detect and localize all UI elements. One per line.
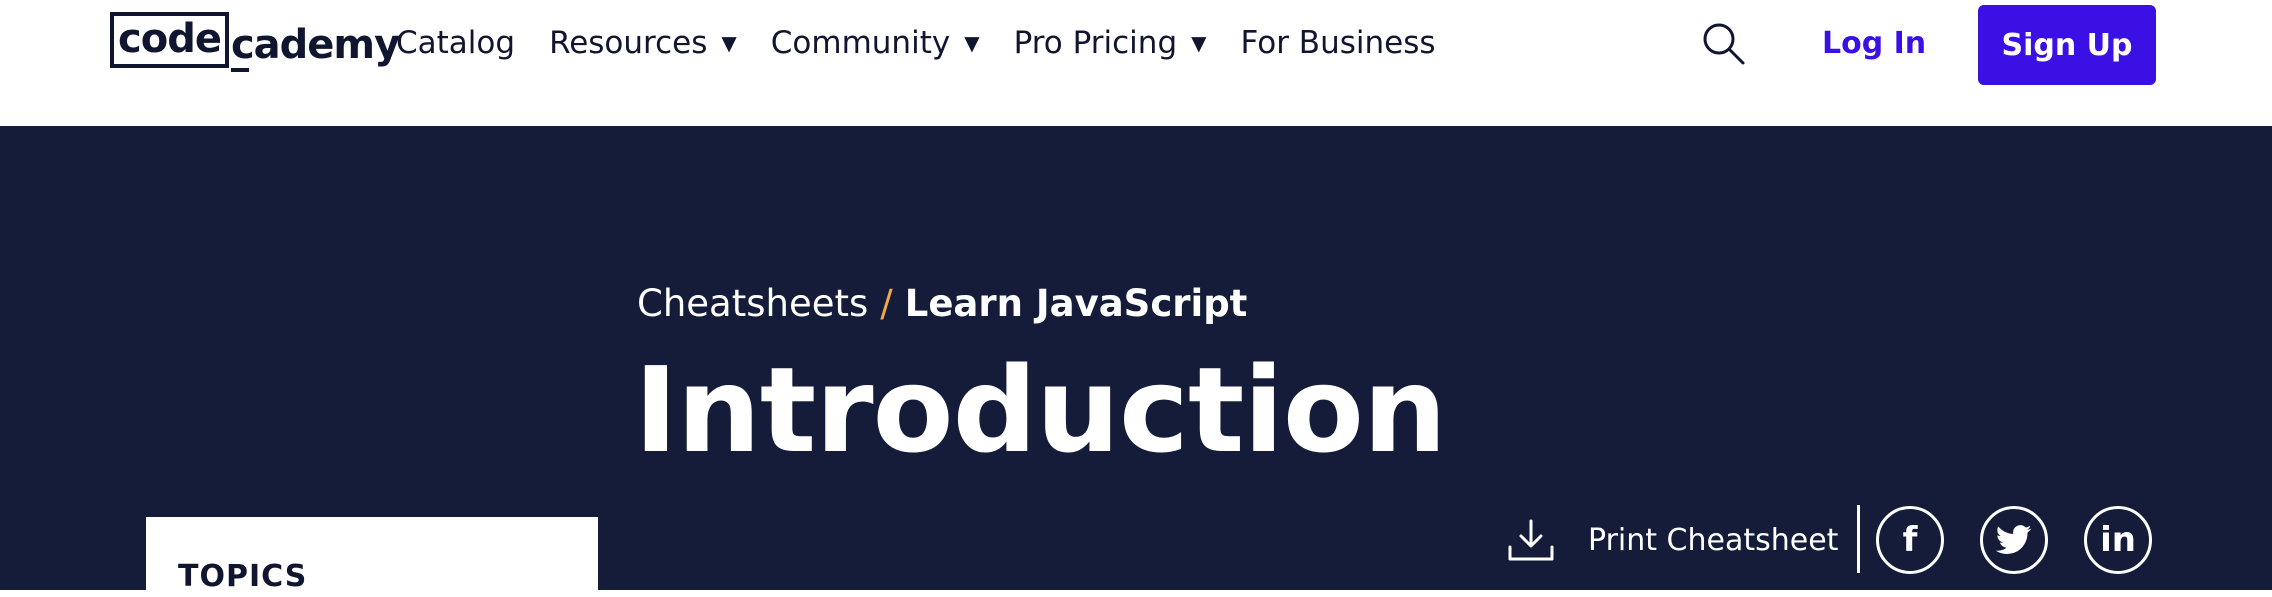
nav-item-catalog[interactable]: Catalog (396, 25, 515, 61)
print-cheatsheet-button[interactable]: Print Cheatsheet (1506, 512, 1838, 568)
topics-card: TOPICS (146, 517, 598, 597)
topics-heading: TOPICS (178, 559, 308, 594)
nav-item-for-business[interactable]: For Business (1241, 25, 1436, 61)
main-nav: Catalog Resources ▼ Community ▼ Pro Pric… (396, 22, 1470, 64)
nav-item-community[interactable]: Community ▼ (771, 25, 980, 61)
twitter-share-button[interactable] (1980, 506, 2048, 574)
share-divider (1857, 505, 1860, 573)
breadcrumb-separator: / (880, 281, 893, 325)
login-link[interactable]: Log In (1822, 22, 1926, 66)
caret-down-icon: ▼ (964, 31, 980, 55)
nav-item-label: Catalog (396, 25, 516, 61)
nav-item-pro-pricing[interactable]: Pro Pricing ▼ (1014, 25, 1207, 61)
breadcrumb-parent-link[interactable]: Cheatsheets (637, 282, 868, 325)
facebook-share-button[interactable]: f (1876, 506, 1944, 574)
search-icon[interactable] (1700, 20, 1746, 66)
linkedin-icon: in (2100, 520, 2136, 560)
facebook-icon: f (1902, 520, 1918, 560)
page-title: Introduction (634, 341, 1447, 479)
caret-down-icon: ▼ (1191, 31, 1207, 55)
logo-boxed-text: code (110, 12, 229, 68)
logo-rest-text: cademy (230, 22, 400, 72)
sign-up-button[interactable]: Sign Up (1978, 5, 2156, 85)
download-icon (1508, 519, 1554, 561)
nav-item-label: For Business (1240, 25, 1436, 61)
codecademy-logo[interactable]: code cademy (110, 12, 400, 72)
nav-item-label: Pro Pricing (1013, 25, 1178, 61)
breadcrumb: Cheatsheets / Learn JavaScript (637, 280, 1247, 326)
twitter-icon (1996, 525, 2032, 554)
breadcrumb-current-link[interactable]: Learn JavaScript (905, 282, 1248, 325)
nav-item-resources[interactable]: Resources ▼ (549, 25, 737, 61)
print-cheatsheet-label: Print Cheatsheet (1588, 522, 1839, 558)
linkedin-share-button[interactable]: in (2084, 506, 2152, 574)
nav-item-label: Resources (549, 25, 708, 61)
caret-down-icon: ▼ (721, 31, 737, 55)
top-navigation-bar: code cademy Catalog Resources ▼ Communit… (0, 0, 2272, 126)
nav-item-label: Community (770, 25, 951, 61)
